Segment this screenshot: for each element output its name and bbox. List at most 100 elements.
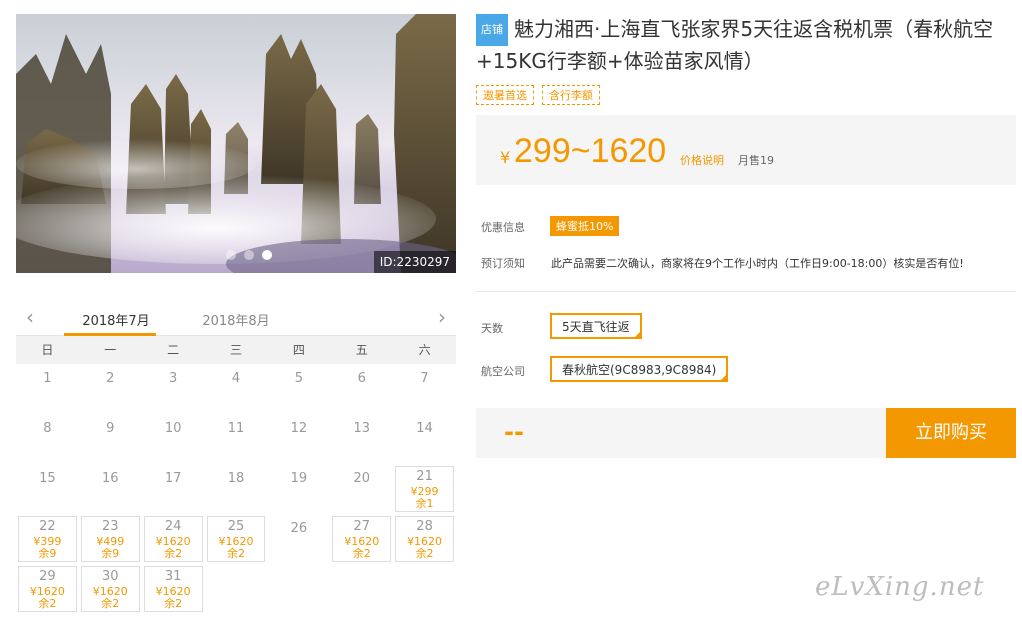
product-title-text: 魅力湘西·上海直飞张家界5天往返含税机票（春秋航空+15KG行李额+体验苗家风情… — [476, 17, 994, 73]
calendar-day[interactable]: 10 — [142, 414, 205, 464]
day-number: 10 — [164, 421, 182, 436]
calendar-day[interactable]: 18 — [205, 464, 268, 514]
calendar-day-available[interactable]: 25 ¥1620 余2 — [205, 514, 268, 564]
divider — [476, 291, 1016, 292]
weekday-label: 日 — [41, 343, 54, 357]
day-cell-border — [143, 566, 203, 612]
calendar-day[interactable]: 4 — [205, 364, 268, 414]
days-option-button[interactable]: 5天直飞往返 — [550, 313, 642, 339]
day-number: 11 — [227, 421, 245, 436]
purchase-bar: -- 立即购买 — [476, 408, 1016, 458]
tag-badge: 含行李额 — [542, 85, 600, 105]
tab-month-july[interactable]: 2018年7月 — [76, 310, 156, 329]
airline-option-text: 春秋航空(9C8983,9C8984) — [562, 363, 717, 377]
calendar-empty-cell — [393, 564, 456, 614]
calendar-day[interactable]: 20 — [330, 464, 393, 514]
chevron-right-icon[interactable]: › — [434, 307, 450, 327]
day-cell-border — [332, 516, 392, 562]
product-photo-carousel[interactable]: ID:2230297 — [16, 14, 456, 273]
calendar-day[interactable]: 17 — [142, 464, 205, 514]
day-number: 1 — [43, 371, 52, 386]
chevron-left-icon[interactable]: ‹ — [22, 307, 38, 327]
calendar-day-available[interactable]: 22 ¥399 余9 — [16, 514, 79, 564]
selected-corner-icon — [719, 373, 729, 382]
day-number: 15 — [39, 471, 56, 486]
promotion-label: 优惠信息 — [481, 221, 525, 234]
day-number: 14 — [416, 421, 433, 436]
calendar-day[interactable]: 19 — [267, 464, 330, 514]
tab-month-august[interactable]: 2018年8月 — [196, 310, 276, 329]
days-option-text: 5天直飞往返 — [562, 320, 630, 334]
day-number: 7 — [420, 371, 429, 386]
calendar-day[interactable]: 2 — [79, 364, 142, 414]
calendar-empty-cell — [267, 564, 330, 614]
day-number: 12 — [290, 421, 308, 436]
weekday-label: 六 — [418, 343, 431, 357]
calendar-day[interactable]: 16 — [79, 464, 142, 514]
calendar-day-available[interactable]: 23 ¥499 余9 — [79, 514, 142, 564]
weekday-label: 三 — [229, 343, 242, 357]
airline-label: 航空公司 — [481, 365, 525, 378]
calendar-day-available[interactable]: 27 ¥1620 余2 — [330, 514, 393, 564]
calendar-day[interactable]: 7 — [393, 364, 456, 414]
calendar-day-available[interactable]: 24 ¥1620 余2 — [142, 514, 205, 564]
price-range: 299~1620 — [514, 132, 667, 170]
day-cell-border — [18, 566, 77, 612]
weekday-label: 五 — [355, 343, 368, 357]
day-cell-border — [395, 516, 454, 562]
day-cell-border — [143, 516, 203, 562]
landscape-image — [16, 14, 456, 273]
day-cell-border — [80, 516, 140, 562]
calendar-day[interactable]: 11 — [205, 414, 268, 464]
day-cell-border — [206, 516, 266, 562]
calendar-day[interactable]: 13 — [330, 414, 393, 464]
promotion-badge: 蜂蜜抵10% — [550, 216, 620, 236]
calendar-day-grid: 1 2 3 4 5 6 7 8 9 10 11 12 13 14 15 16 17 18 19 20 21 ¥299 余1 2… — [16, 364, 456, 614]
booking-notice-label: 预订须知 — [481, 257, 525, 270]
day-number: 2 — [106, 371, 115, 386]
day-number: 3 — [168, 371, 178, 386]
total-price: -- — [504, 418, 524, 446]
calendar-day-available[interactable]: 31 ¥1620 余2 — [142, 564, 205, 614]
day-number: 18 — [227, 471, 245, 486]
calendar-day-available[interactable]: 21 ¥299 余1 — [393, 464, 456, 514]
tag-badge: 遨暑首选 — [476, 85, 534, 105]
store-badge[interactable]: 店铺 — [476, 14, 508, 46]
calendar-day[interactable]: 12 — [267, 414, 330, 464]
weekday-label: 一 — [104, 343, 117, 357]
calendar-day[interactable]: 3 — [142, 364, 205, 414]
buy-now-button[interactable]: 立即购买 — [886, 408, 1016, 458]
calendar-day[interactable]: 1 — [16, 364, 79, 414]
calendar-day[interactable]: 15 — [16, 464, 79, 514]
day-number: 20 — [353, 471, 370, 486]
airline-option-button[interactable]: 春秋航空(9C8983,9C8984) — [550, 356, 729, 382]
currency-symbol: ¥ — [500, 148, 511, 167]
day-number: 26 — [290, 521, 308, 536]
calendar-empty-cell — [330, 564, 393, 614]
day-number: 4 — [231, 371, 241, 386]
calendar-day[interactable]: 8 — [16, 414, 79, 464]
calendar-day-available[interactable]: 28 ¥1620 余2 — [393, 514, 456, 564]
calendar-day-available[interactable]: 30 ¥1620 余2 — [79, 564, 142, 614]
day-number: 9 — [106, 421, 115, 436]
calendar-day[interactable]: 6 — [330, 364, 393, 414]
calendar-empty-cell — [205, 564, 268, 614]
calendar-day[interactable]: 14 — [393, 414, 456, 464]
photo-id-label: ID:2230297 — [373, 251, 456, 273]
carousel-dot-active[interactable] — [262, 250, 272, 260]
calendar-day[interactable]: 26 — [267, 514, 330, 564]
date-calendar: ‹ 2018年7月 2018年8月 › 日 一 二 三 四 五 六 123456… — [16, 300, 456, 614]
weekday-label: 二 — [167, 343, 180, 357]
calendar-day[interactable]: 9 — [79, 414, 142, 464]
price-explain-link[interactable]: 价格说明 — [680, 152, 724, 168]
calendar-day[interactable]: 5 — [267, 364, 330, 414]
product-header: 店铺 魅力湘西·上海直飞张家界5天往返含税机票（春秋航空+15KG行李额+体验苗家… — [476, 14, 1016, 76]
days-label: 天数 — [481, 322, 503, 335]
day-cell-border — [395, 466, 454, 512]
carousel-dot[interactable] — [244, 250, 254, 260]
calendar-day-available[interactable]: 29 ¥1620 余2 — [16, 564, 79, 614]
carousel-indicator — [226, 250, 272, 260]
price-panel: ¥ 299~1620 价格说明 月售19 — [476, 115, 1016, 185]
carousel-dot[interactable] — [226, 250, 236, 260]
weekday-label: 四 — [292, 343, 305, 357]
